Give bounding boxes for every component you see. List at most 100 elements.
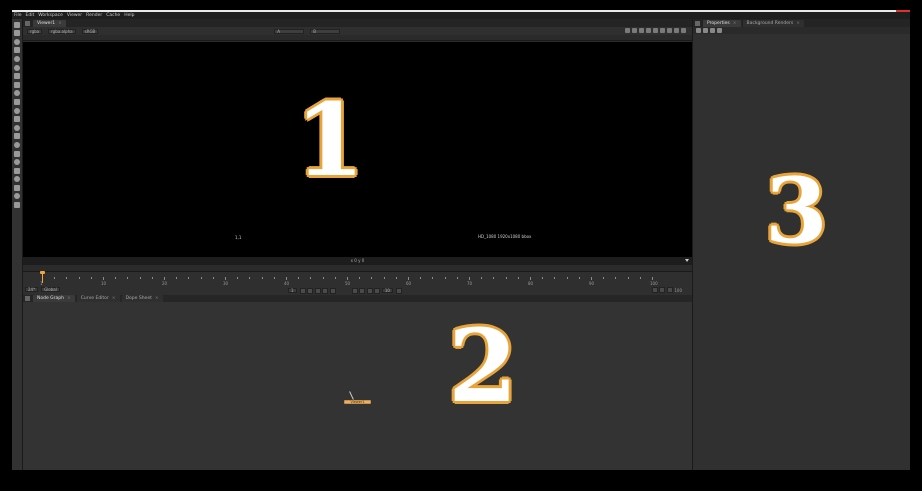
layer-select[interactable]: rgba.alpha: [48, 28, 76, 34]
menu-file[interactable]: File: [14, 12, 22, 19]
toolsets-node-icon[interactable]: [14, 141, 20, 148]
panel-menu-icon[interactable]: [25, 20, 30, 26]
play-forward-button[interactable]: [351, 287, 358, 294]
menu-viewer[interactable]: Viewer: [67, 12, 82, 19]
timeline-tick: [603, 277, 605, 279]
timeline-tick: [66, 277, 68, 279]
tab-dope-sheet[interactable]: Dope Sheet ×: [121, 295, 163, 302]
time-node-icon[interactable]: [14, 38, 20, 45]
metadata-node-icon[interactable]: [14, 116, 20, 123]
view-mode-icon[interactable]: [681, 28, 686, 33]
views-node-icon[interactable]: [14, 107, 20, 114]
timeline-tick: [90, 277, 92, 279]
step-back-button[interactable]: [314, 287, 321, 294]
color-node-icon[interactable]: [14, 55, 20, 62]
image-node-icon[interactable]: [14, 21, 20, 28]
in-point-button[interactable]: [651, 287, 658, 293]
lut-icon[interactable]: [632, 28, 637, 33]
step-field[interactable]: 10: [381, 288, 393, 293]
next-keyframe-button[interactable]: [366, 287, 373, 294]
timeline-tick: [639, 277, 641, 279]
input-a-select[interactable]: A: [274, 28, 305, 34]
tab-node-graph-label: Node Graph: [37, 296, 64, 301]
deep-node-icon[interactable]: [14, 133, 20, 140]
gain-icon[interactable]: [653, 28, 658, 33]
cara-node-icon[interactable]: [14, 193, 20, 200]
last-frame-button[interactable]: [374, 287, 381, 294]
tab-properties-label: Properties: [707, 20, 730, 26]
timeline-tick: [151, 277, 153, 279]
timeline-ruler[interactable]: 1 10 20 30 40 50 60 70 80 90 100: [40, 275, 658, 286]
channel-node-icon[interactable]: [14, 47, 20, 54]
timeline-tick: [554, 277, 556, 279]
timeline-tick: [517, 277, 519, 279]
timeline-tick: [493, 277, 495, 279]
python-node-icon[interactable]: [14, 167, 20, 174]
colorspace-select[interactable]: sRGB: [81, 28, 99, 34]
chevron-down-icon[interactable]: [685, 259, 689, 262]
stop-button[interactable]: [329, 287, 336, 294]
channel-select[interactable]: rgba: [27, 28, 43, 34]
other-node-icon[interactable]: [14, 150, 20, 157]
plugins-node-icon[interactable]: [14, 176, 20, 183]
tab-curve-editor[interactable]: Curve Editor ×: [76, 295, 120, 302]
prev-keyframe-button[interactable]: [307, 287, 314, 294]
timeline-tick: [261, 277, 263, 279]
node-graph-canvas[interactable]: Viewer1: [23, 302, 692, 470]
panel-menu-icon[interactable]: [25, 296, 30, 301]
flipbook-button[interactable]: [666, 287, 673, 293]
draw-node-icon[interactable]: [14, 30, 20, 37]
input-b-select[interactable]: B: [310, 28, 341, 34]
clip-warning-icon[interactable]: [639, 28, 644, 33]
timeline-tick: [456, 277, 458, 279]
viewport-origin-label: 1,1: [235, 235, 242, 240]
roi-icon[interactable]: [625, 28, 630, 33]
lock-icon[interactable]: [710, 28, 715, 33]
close-icon[interactable]: ×: [58, 21, 62, 26]
timeline-tick: [188, 277, 190, 279]
menu-cache[interactable]: Cache: [106, 12, 120, 19]
keyer-node-icon[interactable]: [14, 73, 20, 80]
out-point-button[interactable]: [659, 287, 666, 293]
pause-icon[interactable]: [667, 28, 672, 33]
filter-node-icon[interactable]: [14, 64, 20, 71]
gizmo-node-icon[interactable]: [14, 184, 20, 191]
timeline-tick: [139, 277, 141, 279]
furnace-node-icon[interactable]: [14, 159, 20, 166]
proxy-icon[interactable]: [646, 28, 651, 33]
close-icon[interactable]: ×: [733, 21, 737, 26]
refresh-icon[interactable]: [674, 28, 679, 33]
merge-node-icon[interactable]: [14, 81, 20, 88]
frame-field[interactable]: 1: [288, 288, 297, 293]
viewer-slider-bar[interactable]: [23, 35, 692, 41]
viewer-icon-group: [623, 28, 686, 33]
tab-node-graph[interactable]: Node Graph ×: [33, 295, 75, 302]
loop-button[interactable]: [395, 287, 402, 294]
max-panels-icon[interactable]: [696, 28, 701, 33]
step-forward-button[interactable]: [359, 287, 366, 294]
transform-node-icon[interactable]: [14, 90, 20, 97]
playhead[interactable]: [42, 272, 43, 283]
close-icon[interactable]: ×: [796, 21, 800, 26]
tab-background-renders[interactable]: Background Renders ×: [742, 19, 804, 27]
menu-bar: File Edit Workspace Viewer Render Cache …: [12, 12, 910, 19]
menu-help[interactable]: Help: [124, 12, 134, 19]
3d-node-icon[interactable]: [14, 98, 20, 105]
clear-panels-icon[interactable]: [703, 28, 708, 33]
timeline-tick: [383, 277, 385, 279]
first-frame-button[interactable]: [299, 287, 306, 294]
panel-menu-icon[interactable]: [695, 20, 700, 26]
close-icon[interactable]: ×: [155, 296, 159, 301]
menu-edit[interactable]: Edit: [26, 12, 35, 19]
menu-render[interactable]: Render: [86, 12, 102, 19]
particles-node-icon[interactable]: [14, 124, 20, 131]
pencil-icon[interactable]: [717, 28, 722, 33]
menu-workspace[interactable]: Workspace: [38, 12, 63, 19]
play-backward-button[interactable]: [322, 287, 329, 294]
close-icon[interactable]: ×: [112, 296, 116, 301]
close-icon[interactable]: ×: [67, 296, 71, 301]
tab-properties[interactable]: Properties ×: [703, 19, 741, 27]
nuke-node-icon[interactable]: [14, 202, 20, 209]
gamma-icon[interactable]: [660, 28, 665, 33]
tab-viewer[interactable]: Viewer1 ×: [33, 19, 66, 27]
